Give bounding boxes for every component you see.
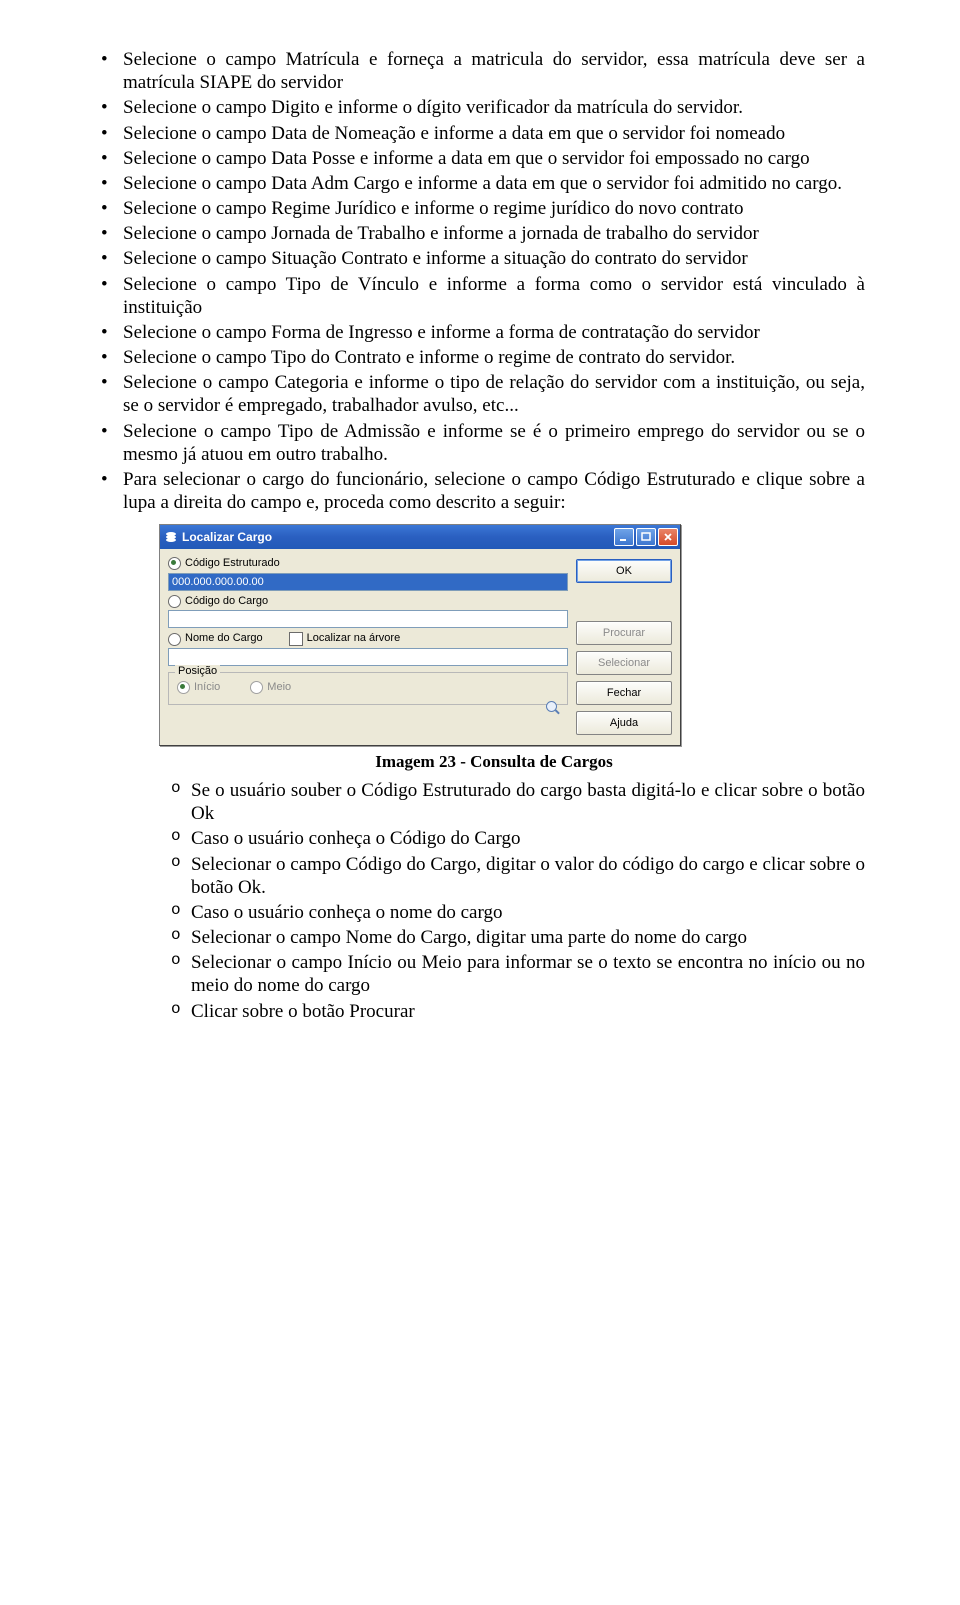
bullet-text: Para selecionar o cargo do funcionário, …	[123, 469, 865, 513]
checkbox-localizar-arvore[interactable]	[289, 632, 303, 646]
bullet-text: Se o usuário souber o Código Estruturado…	[191, 780, 865, 824]
bullet-text: Caso o usuário conheça o Código do Cargo	[191, 828, 520, 849]
sub-bullet-list: Se o usuário souber o Código Estruturado…	[171, 779, 865, 1023]
bullet-text: Selecione o campo Digito e informe o díg…	[123, 97, 743, 118]
bullet-text: Selecionar o campo Nome do Cargo, digita…	[191, 927, 747, 948]
procurar-button[interactable]: Procurar	[576, 621, 672, 645]
bullet-text: Selecione o campo Matrícula e forneça a …	[123, 49, 865, 93]
bullet-text: Selecione o campo Tipo de Admissão e inf…	[123, 421, 865, 465]
list-item: Selecione o campo Data Adm Cargo e infor…	[95, 172, 865, 195]
ajuda-button[interactable]: Ajuda	[576, 711, 672, 735]
group-legend: Posição	[175, 665, 220, 678]
bullet-text: Selecione o campo Tipo do Contrato e inf…	[123, 347, 735, 368]
maximize-button[interactable]	[636, 528, 656, 546]
nome-cargo-input[interactable]	[168, 648, 568, 666]
codigo-cargo-input[interactable]	[168, 610, 568, 628]
radio-codigo-estruturado[interactable]	[168, 557, 181, 570]
button-label: Fechar	[607, 687, 641, 700]
magnifier-icon[interactable]	[546, 701, 562, 721]
list-item: Selecione o campo Forma de Ingresso e in…	[95, 321, 865, 344]
bullet-text: Selecione o campo Data Posse e informe a…	[123, 148, 810, 169]
radio-nome-cargo[interactable]	[168, 633, 181, 646]
list-item: Selecione o campo Situação Contrato e in…	[95, 247, 865, 270]
bullet-text: Selecionar o campo Início ou Meio para i…	[191, 952, 865, 996]
button-label: Ajuda	[610, 717, 638, 730]
posicao-group: Posição Início Meio	[168, 672, 568, 705]
list-item: Selecione o campo Digito e informe o díg…	[95, 96, 865, 119]
list-item: Selecione o campo Matrícula e forneça a …	[95, 48, 865, 94]
dialog-title: Localizar Cargo	[182, 530, 614, 545]
checkbox-label: Localizar na árvore	[307, 632, 401, 645]
list-item: Caso o usuário conheça o nome do cargo	[171, 901, 865, 924]
radio-label: Início	[194, 681, 220, 694]
radio-label: Nome do Cargo	[185, 632, 263, 645]
dialog-titlebar[interactable]: Localizar Cargo	[160, 525, 680, 549]
list-item: Selecione o campo Categoria e informe o …	[95, 371, 865, 417]
minimize-button[interactable]	[614, 528, 634, 546]
list-item: Selecione o campo Tipo de Admissão e inf…	[95, 420, 865, 466]
radio-label: Meio	[267, 681, 291, 694]
stack-icon	[164, 530, 178, 544]
bullet-text: Selecione o campo Forma de Ingresso e in…	[123, 322, 760, 343]
radio-codigo-cargo[interactable]	[168, 595, 181, 608]
fechar-button[interactable]: Fechar	[576, 681, 672, 705]
list-item: Selecione o campo Jornada de Trabalho e …	[95, 222, 865, 245]
bullet-text: Selecione o campo Situação Contrato e in…	[123, 248, 748, 269]
radio-meio[interactable]	[250, 681, 263, 694]
list-item: Se o usuário souber o Código Estruturado…	[171, 779, 865, 825]
list-item: Selecionar o campo Início ou Meio para i…	[171, 951, 865, 997]
button-label: Selecionar	[598, 657, 650, 670]
bullet-text: Caso o usuário conheça o nome do cargo	[191, 902, 502, 923]
list-item: Caso o usuário conheça o Código do Cargo	[171, 827, 865, 850]
list-item: Selecione o campo Tipo de Vínculo e info…	[95, 273, 865, 319]
list-item: Selecionar o campo Código do Cargo, digi…	[171, 853, 865, 899]
list-item: Selecione o campo Tipo do Contrato e inf…	[95, 346, 865, 369]
bullet-text: Selecione o campo Tipo de Vínculo e info…	[123, 274, 865, 318]
codigo-estruturado-input[interactable]	[168, 573, 568, 591]
localizar-cargo-dialog: Localizar Cargo	[159, 524, 681, 746]
list-item: Selecione o campo Data de Nomeação e inf…	[95, 122, 865, 145]
bullet-list: Selecione o campo Matrícula e forneça a …	[95, 48, 865, 1023]
bullet-text: Selecione o campo Jornada de Trabalho e …	[123, 223, 759, 244]
image-caption: Imagem 23 - Consulta de Cargos	[123, 752, 865, 773]
list-item: Selecionar o campo Nome do Cargo, digita…	[171, 926, 865, 949]
ok-button[interactable]: OK	[576, 559, 672, 583]
bullet-text: Selecione o campo Categoria e informe o …	[123, 372, 865, 416]
close-button[interactable]	[658, 528, 678, 546]
button-label: Procurar	[603, 627, 645, 640]
bullet-text: Clicar sobre o botão Procurar	[191, 1001, 415, 1022]
bullet-text: Selecione o campo Data Adm Cargo e infor…	[123, 173, 842, 194]
list-item: Clicar sobre o botão Procurar	[171, 1000, 865, 1023]
list-item: Selecione o campo Data Posse e informe a…	[95, 147, 865, 170]
list-item: Selecione o campo Regime Jurídico e info…	[95, 197, 865, 220]
button-label: OK	[616, 565, 632, 578]
radio-inicio[interactable]	[177, 681, 190, 694]
selecionar-button[interactable]: Selecionar	[576, 651, 672, 675]
bullet-text: Selecione o campo Regime Jurídico e info…	[123, 198, 744, 219]
radio-label: Código do Cargo	[185, 595, 268, 608]
list-item: Para selecionar o cargo do funcionário, …	[95, 468, 865, 1023]
radio-label: Código Estruturado	[185, 557, 280, 570]
bullet-text: Selecione o campo Data de Nomeação e inf…	[123, 123, 785, 144]
bullet-text: Selecionar o campo Código do Cargo, digi…	[191, 854, 865, 898]
